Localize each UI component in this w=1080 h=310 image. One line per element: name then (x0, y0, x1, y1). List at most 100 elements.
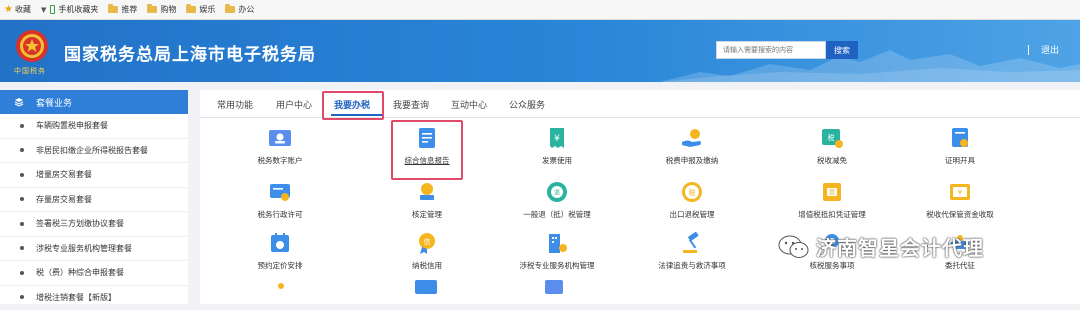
svg-text:税: 税 (689, 188, 696, 197)
tile-tax-exemption[interactable]: 税 税收减免 (772, 126, 892, 166)
bookmark-shopping[interactable]: 购物 (147, 4, 176, 15)
search-input[interactable] (716, 41, 826, 59)
tab-common-functions[interactable]: 常用功能 (217, 98, 253, 111)
document-icon (415, 126, 439, 150)
tile-pricing[interactable]: 预约定价安排 (220, 231, 340, 271)
tab-interaction-center[interactable]: 互动中心 (451, 98, 487, 111)
bookmark-office[interactable]: 办公 (225, 4, 254, 15)
tile-label: 税费申报及缴纳 (666, 155, 719, 166)
tile-label: 税务数字账户 (258, 155, 303, 166)
tile-label: 法律追责与救济事项 (658, 260, 726, 271)
watermark-text: 济南智星会计代理 (816, 232, 984, 261)
tile-label: 核税服务事项 (810, 260, 855, 271)
svg-text:信: 信 (424, 237, 431, 246)
tab-public-service[interactable]: 公众服务 (509, 98, 545, 111)
sidebar-item[interactable]: 税（费）种综合申报套餐 (0, 261, 188, 286)
tile-label: 出口退税管理 (670, 209, 715, 220)
svg-text:税: 税 (828, 133, 835, 142)
svg-text:票: 票 (829, 190, 835, 197)
svg-text:退: 退 (554, 189, 560, 197)
emblem-caption: 中国税务 (14, 66, 46, 76)
tile-info-report[interactable]: 综合信息报告 (367, 126, 487, 166)
tile-credit[interactable]: 信 纳税信用 (367, 231, 487, 271)
tile-admin-license[interactable]: 税务行政许可 (220, 180, 340, 220)
layers-icon (14, 97, 24, 107)
sidebar-item-label: 车辆购置税申报套餐 (36, 120, 108, 131)
highlight-box-tab (322, 91, 384, 120)
building-icon (545, 231, 569, 255)
sidebar-header[interactable]: 套餐业务 (0, 90, 188, 114)
logout-link[interactable]: 退出 (1041, 43, 1059, 56)
bullet-icon (20, 271, 24, 275)
id-card-icon (268, 126, 292, 150)
tile-label: 预约定价安排 (258, 260, 303, 271)
bullet-icon (20, 124, 24, 128)
sidebar-item[interactable]: 存量房交易套餐 (0, 188, 188, 213)
bookmark-entertainment[interactable]: 娱乐 (186, 4, 215, 15)
folder-icon (147, 6, 157, 13)
bookmark-favorites[interactable]: ★ 收藏 (4, 4, 31, 15)
invoice-icon: ¥ (545, 126, 569, 150)
site-header: 中国税务 国家税务总局上海市电子税务局 搜索 退出 (0, 20, 1080, 82)
tab-user-center[interactable]: 用户中心 (276, 98, 312, 111)
tab-query[interactable]: 我要查询 (393, 98, 429, 111)
sidebar-item[interactable]: 非居民扣缴企业所得税报告套餐 (0, 139, 188, 164)
svg-text:¥: ¥ (958, 189, 963, 197)
sidebar-item-label: 签署税三方划缴协议套餐 (36, 218, 124, 229)
bookmark-label: 办公 (238, 4, 254, 15)
sidebar-item[interactable]: 增税注销套餐【新版】 (0, 286, 188, 310)
tile-certificate[interactable]: 证明开具 (900, 126, 1020, 166)
bookmark-label: 娱乐 (199, 4, 215, 15)
tile-label: 税务行政许可 (258, 209, 303, 220)
bookmark-label: 手机收藏夹 (58, 4, 98, 15)
bullet-icon (20, 246, 24, 250)
tile-label: 税收减免 (817, 155, 847, 166)
tile-export-refund[interactable]: 税 出口退税管理 (632, 180, 752, 220)
bullet-icon (20, 148, 24, 152)
tile-label: 税收代保管资金收取 (926, 209, 994, 220)
wechat-icon (778, 234, 810, 260)
sidebar-item-label: 税（费）种综合申报套餐 (36, 267, 124, 278)
main-panel: 常用功能 用户中心 我要办税 我要查询 互动中心 公众服务 税务数字账户 综合信… (200, 90, 1080, 304)
medal-icon: 信 (415, 231, 439, 255)
tile-label: 核定管理 (412, 209, 442, 220)
hand-coin-icon (680, 126, 704, 150)
sidebar-item[interactable]: 签署税三方划缴协议套餐 (0, 212, 188, 237)
sidebar-item-label: 涉税专业服务机构管理套餐 (36, 243, 132, 254)
tile-refund[interactable]: 退 一般退（抵）税管理 (497, 180, 617, 220)
partial-icon (545, 280, 563, 294)
bookmark-mobile[interactable]: 手机收藏夹 (50, 4, 98, 15)
folder-icon (108, 6, 118, 13)
site-title: 国家税务总局上海市电子税务局 (64, 40, 316, 65)
tile-label: 综合信息报告 (405, 155, 450, 166)
partial-icon (415, 280, 437, 294)
tile-label: 证明开具 (945, 155, 975, 166)
bookmark-label: 推荐 (121, 4, 137, 15)
tile-agency[interactable]: 涉税专业服务机构管理 (497, 231, 617, 271)
sidebar-item[interactable]: 车辆购置税申报套餐 (0, 114, 188, 139)
bullet-icon (20, 197, 24, 201)
sidebar-item-label: 增量房交易套餐 (36, 169, 92, 180)
tile-label: 增值税抵扣凭证管理 (798, 209, 866, 220)
tax-coin-icon: 税 (680, 180, 704, 204)
tile-invoice[interactable]: ¥ 发票使用 (497, 126, 617, 166)
tile-assessment[interactable]: 核定管理 (367, 180, 487, 220)
folder-icon (225, 6, 235, 13)
bookmark-recommend[interactable]: 推荐 (108, 4, 137, 15)
chevron-down-icon[interactable]: ▼ (41, 6, 46, 14)
bookmark-label: 购物 (160, 4, 176, 15)
sidebar-title: 套餐业务 (36, 96, 72, 109)
sidebar-item-label: 非居民扣缴企业所得税报告套餐 (36, 145, 148, 156)
tax-badge-icon: 税 (820, 126, 844, 150)
tile-digital-account[interactable]: 税务数字账户 (220, 126, 340, 166)
sidebar-item[interactable]: 涉税专业服务机构管理套餐 (0, 237, 188, 262)
tile-legal[interactable]: 法律追责与救济事项 (632, 231, 752, 271)
tile-tax-filing[interactable]: 税费申报及缴纳 (632, 126, 752, 166)
phone-icon (50, 5, 55, 14)
search-button[interactable]: 搜索 (826, 41, 858, 59)
tile-custody-funds[interactable]: ¥ 税收代保管资金收取 (900, 180, 1020, 220)
tile-vat-deduction[interactable]: 票 增值税抵扣凭证管理 (772, 180, 892, 220)
star-icon: ★ (4, 4, 13, 15)
certificate-icon (948, 126, 972, 150)
sidebar-item[interactable]: 增量房交易套餐 (0, 163, 188, 188)
